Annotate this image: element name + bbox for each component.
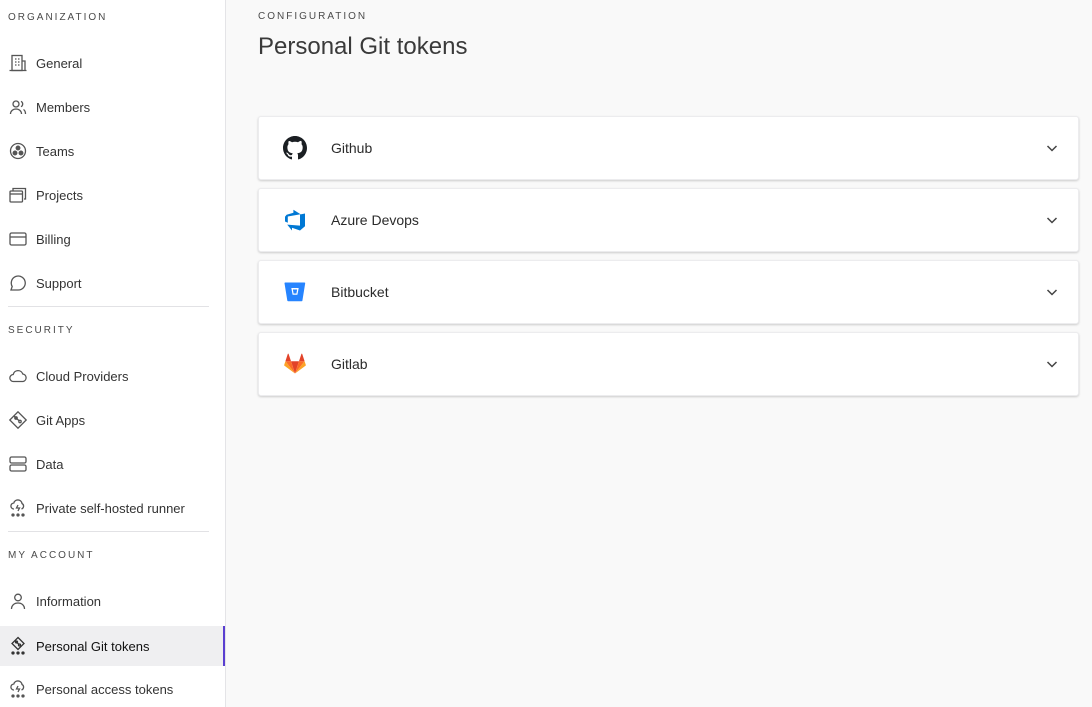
section-label-security: SECURITY [8,325,75,336]
provider-bitbucket[interactable]: Bitbucket [258,260,1079,324]
sidebar-item-label: Data [36,456,64,472]
sidebar-item-cloud-providers[interactable]: Cloud Providers [0,356,225,396]
sidebar-divider [8,531,209,532]
git-diamond-icon [8,410,28,430]
main-content: CONFIGURATION Personal Git tokens Github… [226,0,1092,707]
provider-azure-devops[interactable]: Azure Devops [258,188,1079,252]
sidebar-item-members[interactable]: Members [0,87,225,127]
sidebar: ORGANIZATION General Members Teams Proje… [0,0,226,707]
folders-icon [8,185,28,205]
team-circle-icon [8,141,28,161]
section-label-my-account: MY ACCOUNT [8,550,95,561]
sidebar-item-personal-access-tokens[interactable]: Personal access tokens [0,669,225,707]
chat-bubble-icon [8,273,28,293]
access-token-icon [8,679,28,699]
provider-gitlab[interactable]: Gitlab [258,332,1079,396]
database-icon [8,454,28,474]
provider-label: Azure Devops [331,212,419,228]
bitbucket-icon [283,280,307,304]
sidebar-item-label: Billing [36,231,71,247]
sidebar-item-teams[interactable]: Teams [0,131,225,171]
sidebar-item-label: Personal access tokens [36,681,174,697]
sidebar-item-git-apps[interactable]: Git Apps [0,400,225,440]
sidebar-item-label: Teams [36,143,75,159]
sidebar-item-label: Git Apps [36,412,86,428]
cloud-icon [8,366,28,386]
sidebar-item-private-runner[interactable]: Private self-hosted runner [0,488,225,528]
runner-icon [8,498,28,518]
chevron-down-icon [1046,217,1058,224]
sidebar-item-information[interactable]: Information [0,581,225,621]
provider-label: Github [331,140,373,156]
github-icon [283,136,307,160]
sidebar-item-support[interactable]: Support [0,263,225,303]
breadcrumb: CONFIGURATION [258,11,368,22]
sidebar-item-label: Support [36,275,82,291]
sidebar-divider [8,306,209,307]
sidebar-item-label: Projects [36,187,83,203]
sidebar-item-label: Information [36,593,102,609]
building-icon [8,53,28,73]
chevron-down-icon [1046,289,1058,296]
sidebar-item-projects[interactable]: Projects [0,175,225,215]
sidebar-item-label: General [36,55,83,71]
section-label-organization: ORGANIZATION [8,12,108,23]
users-icon [8,97,28,117]
sidebar-item-billing[interactable]: Billing [0,219,225,259]
provider-github[interactable]: Github [258,116,1079,180]
azure-devops-icon [283,208,307,232]
sidebar-item-personal-git-tokens[interactable]: Personal Git tokens [0,626,225,666]
chevron-down-icon [1046,145,1058,152]
sidebar-item-general[interactable]: General [0,43,225,83]
provider-label: Gitlab [331,356,368,372]
user-icon [8,591,28,611]
sidebar-item-data[interactable]: Data [0,444,225,484]
sidebar-item-label: Cloud Providers [36,368,129,384]
gitlab-icon [283,352,307,376]
sidebar-item-label: Private self-hosted runner [36,500,185,516]
credit-card-icon [8,229,28,249]
sidebar-item-label: Personal Git tokens [36,638,150,654]
sidebar-item-label: Members [36,99,91,115]
page-title: Personal Git tokens [258,33,468,60]
provider-label: Bitbucket [331,284,389,300]
chevron-down-icon [1046,361,1058,368]
git-token-icon [8,636,28,656]
